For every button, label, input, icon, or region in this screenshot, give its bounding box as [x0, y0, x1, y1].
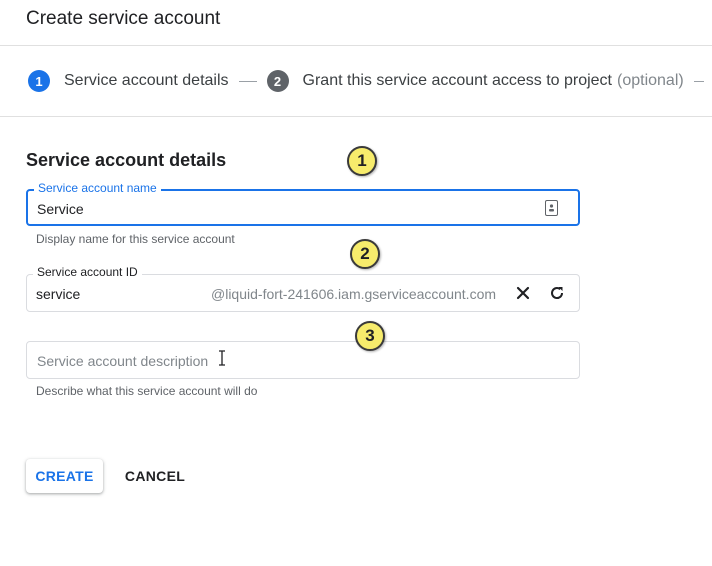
- annotation-badge-3: 3: [355, 321, 385, 351]
- refresh-icon[interactable]: [548, 284, 566, 302]
- service-account-id-label: Service account ID: [33, 265, 142, 279]
- contact-card-icon[interactable]: [545, 200, 558, 216]
- service-account-id-value[interactable]: service: [36, 286, 80, 302]
- step-connector: [238, 80, 257, 82]
- annotation-badge-1: 1: [347, 146, 377, 176]
- stepper-divider: [0, 116, 712, 117]
- stepper: 1 Service account details 2 Grant this s…: [28, 70, 704, 92]
- service-account-name-label: Service account name: [34, 181, 161, 195]
- step-2-number[interactable]: 2: [266, 70, 289, 92]
- step-connector-tail: [693, 80, 704, 82]
- page-title: Create service account: [26, 8, 221, 29]
- clear-icon[interactable]: [514, 284, 532, 302]
- step-2-label[interactable]: Grant this service account access to pro…: [303, 72, 612, 90]
- service-account-id-suffix: @liquid-fort-241606.iam.gserviceaccount.…: [211, 286, 497, 302]
- title-divider: [0, 45, 712, 46]
- step-1-number[interactable]: 1: [28, 70, 50, 92]
- service-account-id-field[interactable]: Service account ID service @liquid-fort-…: [26, 265, 580, 312]
- cancel-button[interactable]: CANCEL: [114, 459, 196, 493]
- step-1-label[interactable]: Service account details: [64, 72, 229, 90]
- text-cursor-icon: [219, 350, 225, 366]
- create-button[interactable]: CREATE: [26, 459, 103, 493]
- service-account-name-hint: Display name for this service account: [36, 232, 235, 246]
- step-2-optional: (optional): [617, 72, 684, 89]
- service-account-description-placeholder: Service account description: [37, 353, 209, 369]
- annotation-badge-2: 2: [350, 239, 380, 269]
- service-account-description-field[interactable]: Service account description: [26, 341, 580, 379]
- service-account-name-field[interactable]: Service account name Service: [26, 181, 580, 226]
- service-account-name-value[interactable]: Service: [37, 201, 84, 217]
- service-account-description-hint: Describe what this service account will …: [36, 384, 258, 398]
- section-heading: Service account details: [26, 150, 227, 170]
